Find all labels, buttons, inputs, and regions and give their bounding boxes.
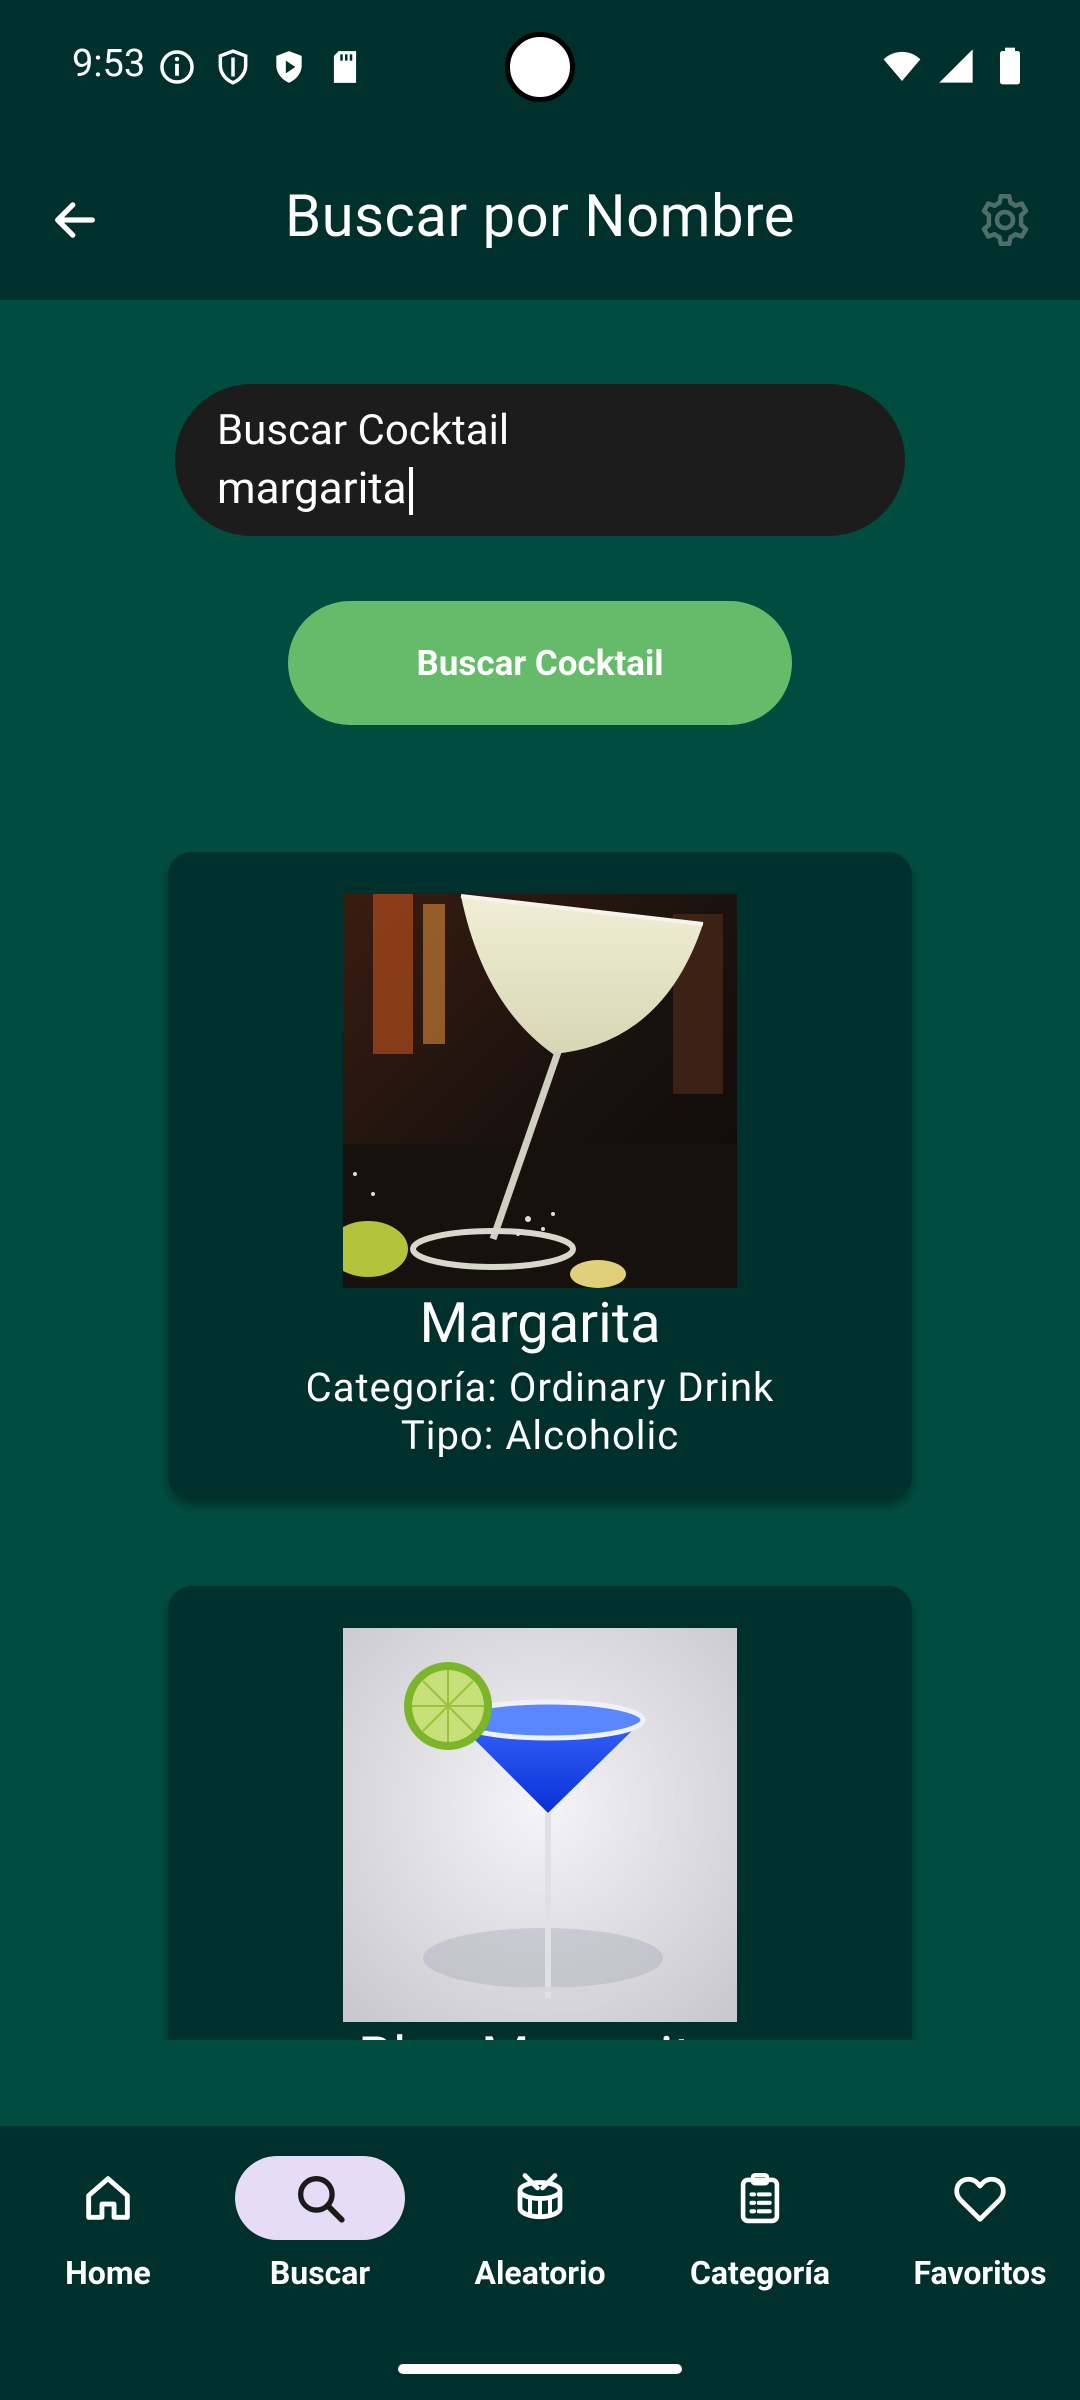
nav-item-buscar[interactable]: Buscar	[212, 2156, 428, 2296]
status-bar: 9:53	[0, 0, 1080, 135]
results-list[interactable]: Margarita Categoría: Ordinary Drink Tipo…	[0, 820, 1080, 2040]
cocktail-card-margarita[interactable]: Margarita Categoría: Ordinary Drink Tipo…	[168, 852, 912, 1500]
nav-item-home[interactable]: Home	[0, 2156, 216, 2296]
nav-active-indicator	[235, 2156, 405, 2240]
status-system-icons	[882, 46, 1030, 86]
nav-label: Buscar	[269, 2254, 371, 2292]
gear-icon	[981, 194, 1029, 246]
clipboard-icon	[740, 2172, 780, 2224]
nav-item-favoritos[interactable]: Favoritos	[872, 2156, 1080, 2296]
search-input-text: margarita	[217, 462, 407, 514]
search-cocktail-button[interactable]: Buscar Cocktail	[288, 601, 792, 725]
play-shield-icon	[276, 51, 302, 83]
status-notification-icons	[158, 48, 364, 86]
search-input[interactable]: Buscar Cocktail margarita	[175, 384, 905, 536]
gesture-handle[interactable]	[398, 2364, 682, 2374]
drum-icon	[517, 2173, 563, 2220]
cocktail-image-margarita	[343, 894, 737, 1288]
app-bar: Buscar por Nombre	[0, 135, 1080, 300]
shield-icon	[218, 49, 248, 85]
nav-label: Home	[65, 2254, 151, 2292]
status-time: 9:53	[72, 42, 146, 86]
info-icon	[160, 50, 194, 84]
heart-icon	[954, 2176, 1006, 2222]
camera-cutout	[505, 32, 575, 102]
cocktail-name: Blue Margarita	[168, 2024, 912, 2040]
cocktail-card-blue-margarita[interactable]: Blue Margarita	[168, 1586, 912, 2040]
cocktail-type: Tipo: Alcoholic	[400, 1412, 680, 1459]
nav-label: Aleatorio	[474, 2254, 606, 2292]
battery-icon	[1000, 47, 1020, 85]
text-caret	[408, 467, 413, 516]
settings-button[interactable]	[970, 185, 1040, 255]
nav-icon-container	[675, 2156, 845, 2240]
cell-signal-icon	[939, 49, 973, 83]
nav-item-categoria[interactable]: Categoría	[652, 2156, 868, 2296]
cocktail-category: Categoría: Ordinary Drink	[305, 1364, 775, 1411]
nav-label: Categoría	[689, 2254, 831, 2292]
search-input-label: Buscar Cocktail	[217, 406, 510, 455]
nav-item-aleatorio[interactable]: Aleatorio	[432, 2156, 648, 2296]
bottom-navigation: Home Buscar Aleatorio Categoría Favorito…	[0, 2126, 1080, 2400]
home-icon	[86, 2176, 130, 2220]
cocktail-image-blue-margarita	[343, 1628, 737, 2022]
nav-icon-container	[895, 2156, 1065, 2240]
nav-icon-container	[455, 2156, 625, 2240]
cocktail-name: Margarita	[419, 1290, 661, 1356]
wifi-icon	[883, 51, 921, 81]
search-icon	[298, 2176, 345, 2223]
nav-icon-container	[23, 2156, 193, 2240]
search-input-value: margarita	[217, 462, 413, 516]
nav-label: Favoritos	[913, 2254, 1047, 2292]
sd-card-icon	[333, 51, 357, 83]
page-title: Buscar por Nombre	[285, 183, 795, 251]
